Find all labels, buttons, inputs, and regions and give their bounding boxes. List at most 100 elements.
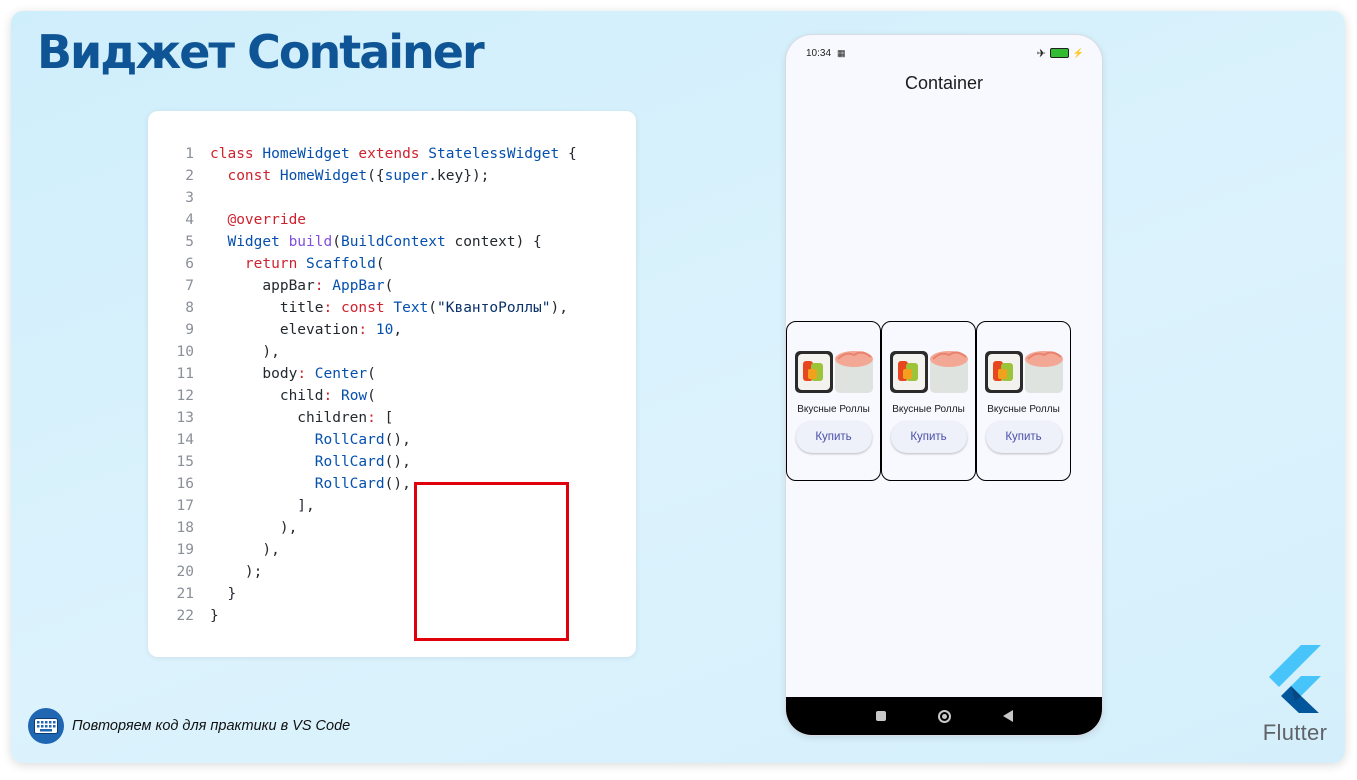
code-text: RollCard(), <box>210 451 411 473</box>
code-text: ], <box>210 495 315 517</box>
code-token: ], <box>210 498 315 514</box>
charging-icon: ⚡ <box>1072 47 1084 58</box>
slide-title: Виджет Container <box>37 25 485 79</box>
code-token: ( <box>367 388 376 404</box>
code-token: extends <box>358 146 429 162</box>
code-token: BuildContext <box>340 234 455 250</box>
flutter-label: Flutter <box>1262 720 1328 745</box>
line-number: 18 <box>176 520 194 536</box>
code-token: : <box>297 366 315 382</box>
code-line: 11 body: Center( <box>164 363 577 385</box>
code-token: : <box>323 300 341 316</box>
line-number: 17 <box>176 498 194 514</box>
line-number: 2 <box>185 168 194 184</box>
buy-button[interactable]: Купить <box>795 421 872 453</box>
sushi-roll-image <box>889 349 969 395</box>
line-number: 13 <box>176 410 194 426</box>
code-text: const HomeWidget({super.key}); <box>210 165 489 187</box>
line-number: 7 <box>185 278 194 294</box>
code-token: : <box>367 410 385 426</box>
roll-card: Вкусные Роллы Купить <box>976 321 1071 481</box>
code-text: ), <box>210 517 297 539</box>
code-line: 9 elevation: 10, <box>164 319 577 341</box>
home-icon[interactable] <box>937 709 951 723</box>
code-token: context) { <box>454 234 542 250</box>
card-label: Вкусные Роллы <box>987 404 1060 415</box>
highlight-box <box>414 482 569 641</box>
line-number: 22 <box>176 608 194 624</box>
code-token: ), <box>210 542 280 558</box>
code-token: (), <box>384 432 411 448</box>
code-line: 15 RollCard(), <box>164 451 577 473</box>
code-line: 4 @override <box>164 209 577 231</box>
code-token: } <box>210 608 219 624</box>
code-token: ({ <box>367 168 385 184</box>
footer: Повторяем код для практики в VS Code <box>28 708 350 744</box>
code-token: @override <box>227 212 307 228</box>
code-line: 10 ), <box>164 341 577 363</box>
code-text: return Scaffold( <box>210 253 385 275</box>
line-number: 11 <box>176 366 194 382</box>
code-token: { <box>567 146 577 162</box>
code-token: appBar <box>210 278 315 294</box>
code-token: : <box>314 278 333 294</box>
code-token: HomeWidget <box>279 168 368 184</box>
code-token: return <box>244 256 307 272</box>
code-token: AppBar <box>332 278 385 294</box>
code-token: } <box>210 586 237 602</box>
code-token: ( <box>367 366 376 382</box>
line-number: 14 <box>176 432 194 448</box>
code-text: body: Center( <box>210 363 376 385</box>
status-time: 10:34 <box>806 47 832 59</box>
code-text: ), <box>210 341 280 363</box>
code-token: Text <box>393 300 429 316</box>
line-number: 10 <box>176 344 194 360</box>
code-token: : <box>358 322 376 338</box>
code-text: title: const Text("КвантоРоллы"), <box>210 297 568 319</box>
sushi-roll-image <box>984 349 1064 395</box>
code-token: body <box>210 366 298 382</box>
appbar-title: Container <box>904 73 984 93</box>
keyboard-icon <box>28 708 64 744</box>
code-text: } <box>210 583 236 605</box>
flutter-logo-icon <box>1255 645 1335 718</box>
code-token: ), <box>210 344 280 360</box>
code-token: Center <box>314 366 368 382</box>
code-card: 1 class HomeWidget extends StatelessWidge… <box>148 111 636 657</box>
card-label: Вкусные Роллы <box>892 404 965 415</box>
code-token: "КвантоРоллы" <box>437 300 551 316</box>
code-token: HomeWidget <box>262 146 359 162</box>
battery-icon <box>1049 48 1069 58</box>
code-text: ), <box>210 539 280 561</box>
buy-button[interactable]: Купить <box>985 421 1062 453</box>
recents-icon[interactable] <box>875 711 886 721</box>
line-number: 12 <box>176 388 194 404</box>
line-number: 5 <box>185 234 194 250</box>
code-token: RollCard <box>314 432 385 448</box>
android-nav-bar <box>786 697 1102 735</box>
code-token: child <box>210 388 324 404</box>
line-number: 19 <box>176 542 194 558</box>
code-token: StatelessWidget <box>428 146 568 162</box>
code-line: 2 const HomeWidget({super.key}); <box>164 165 577 187</box>
code-line: 5 Widget build(BuildContext context) { <box>164 231 577 253</box>
line-number: 8 <box>185 300 194 316</box>
code-line: 12 child: Row( <box>164 385 577 407</box>
code-line: 8 title: const Text("КвантоРоллы"), <box>164 297 577 319</box>
buy-button[interactable]: Купить <box>890 421 967 453</box>
back-icon[interactable] <box>1002 710 1013 722</box>
code-text: appBar: AppBar( <box>210 275 393 297</box>
code-token: Scaffold <box>306 256 376 272</box>
code-token: 10 <box>375 322 394 338</box>
code-text: elevation: 10, <box>210 319 402 341</box>
code-token: elevation <box>210 322 359 338</box>
flutter-brand: Flutter <box>1255 645 1335 746</box>
code-token: class <box>210 146 263 162</box>
code-token: super <box>384 168 429 184</box>
